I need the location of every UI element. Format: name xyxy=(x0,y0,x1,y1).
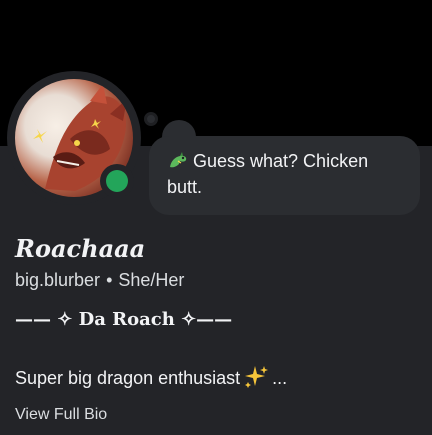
custom-status-text: Guess what? Chicken butt. xyxy=(167,151,369,197)
dragon-emoji-icon xyxy=(170,152,187,168)
bio-text: Super big dragon enthusiast xyxy=(15,368,241,388)
separator-dot: • xyxy=(106,270,113,290)
online-status-icon xyxy=(106,170,128,192)
sparkles-icon xyxy=(245,366,269,388)
custom-status-bubble[interactable]: Guess what? Chicken butt. xyxy=(149,136,420,215)
username-row: big.blurber • She/Her xyxy=(15,270,184,291)
bio-preview: Super big dragon enthusiast ... xyxy=(15,364,287,390)
display-name: Roachaaa xyxy=(15,234,146,263)
bio-tagline: —— ✧ Da Roach ✧—— xyxy=(15,309,233,330)
bio-ellipsis: ... xyxy=(272,368,288,388)
pronouns: She/Her xyxy=(118,270,185,290)
username[interactable]: big.blurber xyxy=(15,270,100,290)
thought-bubble-dot-small xyxy=(144,112,158,126)
view-full-bio-link[interactable]: View Full Bio xyxy=(15,406,107,424)
